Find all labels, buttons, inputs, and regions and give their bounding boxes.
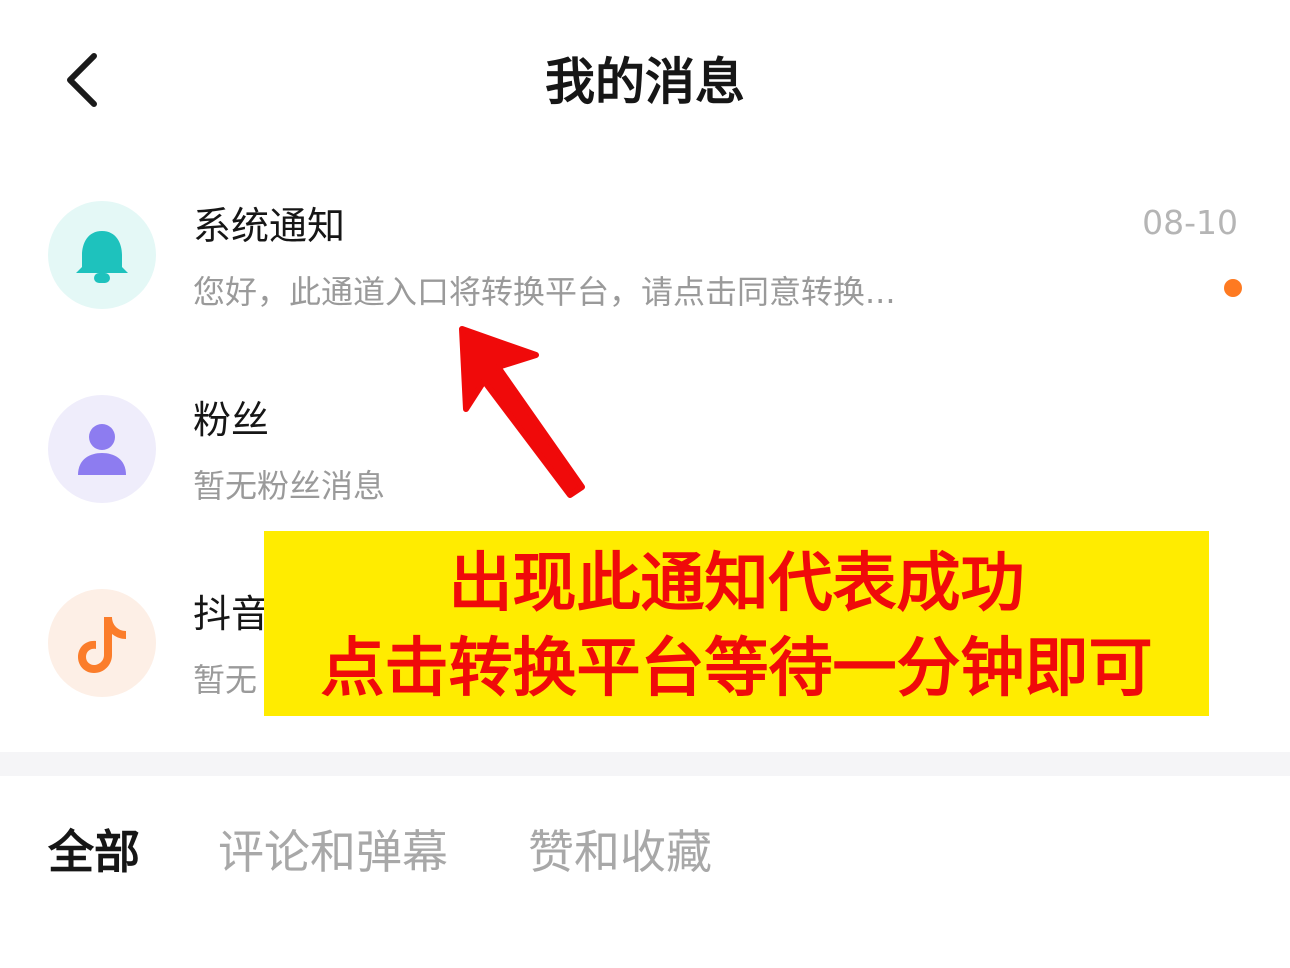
- annotation-banner: 出现此通知代表成功 点击转换平台等待一分钟即可: [264, 531, 1209, 716]
- message-tabs: 全部 评论和弹幕 赞和收藏: [0, 820, 1290, 890]
- unread-dot: [1224, 279, 1242, 297]
- message-title: 系统通知: [193, 204, 346, 248]
- message-title: 抖音: [193, 592, 270, 636]
- message-item-system-notice[interactable]: 系统通知 您好，此通道入口将转换平台，请点击同意转换... 08-10: [0, 201, 1290, 381]
- annotation-line-2: 点击转换平台等待一分钟即可: [320, 632, 1153, 706]
- message-title: 粉丝: [193, 398, 270, 442]
- page-title: 我的消息: [545, 53, 745, 111]
- message-preview: 暂无: [193, 661, 258, 699]
- tab-comments-danmaku[interactable]: 评论和弹幕: [218, 820, 448, 884]
- top-bar: 我的消息: [0, 0, 1290, 165]
- douyin-avatar: [48, 589, 156, 697]
- message-preview: 暂无粉丝消息: [193, 467, 386, 505]
- message-date: 08-10: [1142, 203, 1238, 242]
- message-preview: 您好，此通道入口将转换平台，请点击同意转换...: [193, 273, 896, 311]
- system-notice-avatar: [48, 201, 156, 309]
- fans-avatar: [48, 395, 156, 503]
- person-icon: [78, 424, 126, 475]
- tiktok-icon: [78, 617, 126, 673]
- annotation-line-1: 出现此通知代表成功: [448, 547, 1025, 621]
- annotation-arrow-icon: [459, 326, 585, 498]
- tab-all[interactable]: 全部: [48, 820, 140, 884]
- tab-likes-favorites[interactable]: 赞和收藏: [528, 820, 712, 884]
- bell-icon: [76, 231, 128, 283]
- section-divider: [0, 752, 1290, 776]
